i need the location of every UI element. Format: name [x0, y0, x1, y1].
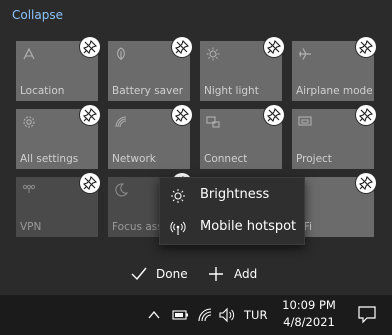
- tile-label: Battery saver: [112, 85, 184, 97]
- chevron-up-icon[interactable]: [146, 307, 162, 323]
- unpin-vpn-button[interactable]: [80, 173, 100, 193]
- unpin-icon: [359, 176, 373, 190]
- brightness-icon: [170, 188, 186, 204]
- unpin-icon: [359, 108, 373, 122]
- plus-icon: [208, 266, 224, 286]
- unpin-icon: [175, 40, 189, 54]
- unpin-icon: [83, 108, 97, 122]
- unpin-icon: [267, 108, 281, 122]
- done-label: Done: [156, 267, 188, 281]
- collapse-link[interactable]: Collapse: [12, 8, 63, 22]
- unpin-icon: [359, 40, 373, 54]
- menu-item-mobile-hotspot[interactable]: Mobile hotspot: [160, 212, 306, 244]
- unpin-night-light-button[interactable]: [264, 37, 284, 57]
- unpin-connect-button[interactable]: [264, 105, 284, 125]
- action-center-panel: Collapse Location Battery saver Night li…: [0, 0, 392, 295]
- clock-date: 4/8/2021: [283, 315, 335, 329]
- project-icon: [298, 115, 314, 131]
- battery-icon[interactable]: [172, 307, 188, 323]
- tile-label: Airplane mode: [296, 85, 372, 97]
- tile-label: Focus assi: [112, 221, 166, 233]
- volume-icon[interactable]: [219, 307, 235, 323]
- unpin-project-button[interactable]: [356, 105, 376, 125]
- menu-item-brightness[interactable]: Brightness: [160, 180, 306, 212]
- location-icon: [22, 47, 38, 63]
- unpin-icon: [175, 108, 189, 122]
- taskbar: TUR 10:09 PM 4/8/2021: [0, 295, 392, 335]
- network-status-icon[interactable]: [197, 307, 213, 323]
- connect-icon: [206, 115, 222, 131]
- tile-label: All settings: [20, 153, 79, 165]
- unpin-battery-saver-button[interactable]: [172, 37, 192, 57]
- unpin-airplane-mode-button[interactable]: [356, 37, 376, 57]
- menu-item-label: Brightness: [200, 187, 270, 202]
- unpin-location-button[interactable]: [80, 37, 100, 57]
- unpin-network-button[interactable]: [172, 105, 192, 125]
- hotspot-icon: [170, 220, 186, 236]
- tile-label: Project: [296, 153, 332, 165]
- tile-label: Network: [112, 153, 156, 165]
- tile-label: Location: [20, 85, 65, 97]
- leaf-icon: [114, 47, 130, 63]
- unpin-icon: [83, 40, 97, 54]
- add-quick-action-menu: Brightness Mobile hotspot: [159, 177, 305, 245]
- notification-icon: [358, 306, 376, 328]
- unpin-all-settings-button[interactable]: [80, 105, 100, 125]
- sun-icon: [206, 47, 222, 63]
- unpin-icon: [267, 40, 281, 54]
- tile-label: Connect: [204, 153, 248, 165]
- airplane-icon: [298, 47, 314, 63]
- unpin-icon: [83, 176, 97, 190]
- vpn-icon: [22, 183, 38, 199]
- tile-label: Night light: [204, 85, 259, 97]
- clock-time: 10:09 PM: [282, 298, 336, 312]
- clock[interactable]: 10:09 PM 4/8/2021: [276, 297, 342, 331]
- add-label: Add: [234, 267, 258, 281]
- gear-icon: [22, 115, 38, 131]
- action-center-button[interactable]: [342, 295, 392, 335]
- unpin-wifi-button[interactable]: [356, 173, 376, 193]
- tile-label: VPN: [20, 221, 42, 233]
- checkmark-icon: [130, 266, 148, 286]
- menu-item-label: Mobile hotspot: [200, 219, 297, 234]
- network-icon: [114, 115, 130, 131]
- input-language-indicator[interactable]: TUR: [244, 308, 267, 322]
- moon-icon: [114, 183, 130, 199]
